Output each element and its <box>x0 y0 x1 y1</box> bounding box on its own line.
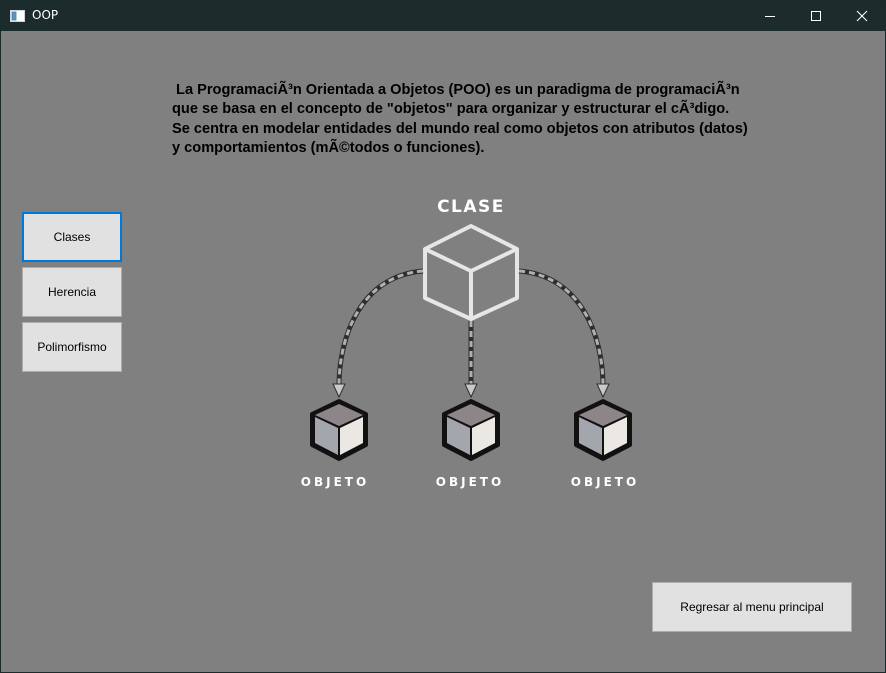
object-cube-icon <box>442 399 500 461</box>
description-line: Se centra en modelar entidades del mundo… <box>172 120 748 137</box>
object-cube-icon <box>310 399 368 461</box>
minimize-button[interactable] <box>747 1 793 31</box>
class-cube-icon <box>423 224 519 321</box>
clases-button-label: Clases <box>53 230 91 244</box>
class-object-diagram: CLASE OBJETO OBJETO OBJETO <box>301 197 639 489</box>
main-window: OOP La ProgramaciÃ³n Orientada a Objetos… <box>0 0 886 673</box>
polimorfismo-button-label: Polimorfismo <box>37 340 107 354</box>
maximize-button[interactable] <box>793 1 839 31</box>
title-bar[interactable]: OOP <box>1 1 885 31</box>
object-label: OBJETO <box>571 475 639 489</box>
app-window-icon <box>10 10 25 22</box>
close-icon <box>856 10 868 22</box>
minimize-icon <box>765 16 775 17</box>
close-button[interactable] <box>839 1 885 31</box>
oop-description: La ProgramaciÃ³n Orientada a Objetos (PO… <box>172 81 812 158</box>
back-to-main-menu-button[interactable]: Regresar al menu principal <box>652 582 852 632</box>
object-label: OBJETO <box>436 475 504 489</box>
herencia-button-label: Herencia <box>47 285 97 299</box>
description-line: y comportamientos (mÃ©todos o funciones)… <box>172 139 485 156</box>
maximize-icon <box>811 11 821 21</box>
window-title: OOP <box>32 8 59 22</box>
herencia-button[interactable]: Herencia <box>22 267 122 317</box>
description-line: La ProgramaciÃ³n Orientada a Objetos (PO… <box>172 82 740 98</box>
back-button-label: Regresar al menu principal <box>680 600 824 614</box>
clases-button[interactable]: Clases <box>22 212 122 262</box>
object-cube-icon <box>574 399 632 461</box>
object-label: OBJETO <box>301 475 369 489</box>
description-line: que se basa en el concepto de "objetos" … <box>172 101 730 118</box>
polimorfismo-button[interactable]: Polimorfismo <box>22 322 122 372</box>
class-label: CLASE <box>437 197 505 217</box>
